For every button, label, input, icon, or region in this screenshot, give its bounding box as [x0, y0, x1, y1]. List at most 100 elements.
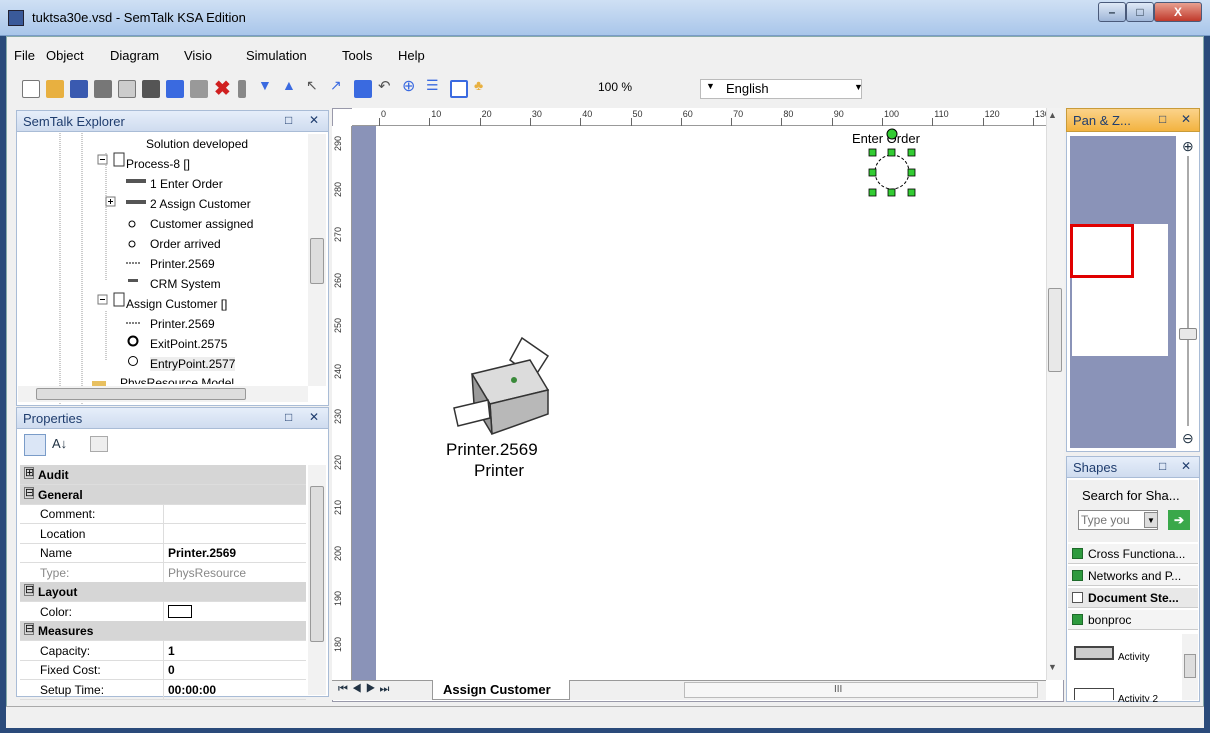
sort-az-icon[interactable]: A↓	[52, 436, 67, 451]
zoom-slider-thumb[interactable]	[1179, 328, 1197, 340]
maximize-button[interactable]: □	[1126, 2, 1154, 22]
menu-simulation[interactable]: Simulation	[246, 48, 307, 63]
zoom-slider-track[interactable]	[1187, 156, 1189, 426]
shapes-scroll-thumb[interactable]	[1184, 654, 1196, 678]
menu-object[interactable]: Object	[46, 48, 84, 63]
attach-icon[interactable]	[238, 80, 246, 98]
tree-item[interactable]: 1 Enter Order	[150, 177, 223, 191]
tree-item[interactable]: Printer.2569	[150, 317, 215, 331]
properties-icon[interactable]	[190, 80, 208, 98]
canvas-vscroll-thumb[interactable]	[1048, 288, 1062, 372]
search-go-icon[interactable]: ➔	[1168, 510, 1190, 530]
float-icon[interactable]: □	[1159, 112, 1166, 126]
property-value[interactable]: 0	[168, 663, 175, 677]
tree-item[interactable]: PhysResource Model	[120, 376, 234, 384]
property-value[interactable]: 1	[168, 644, 175, 658]
filter-icon[interactable]	[166, 80, 184, 98]
page-icon[interactable]	[450, 80, 468, 98]
close-icon[interactable]: ✕	[309, 410, 319, 424]
new-icon[interactable]	[22, 80, 40, 98]
minimize-button[interactable]: –	[1098, 2, 1126, 22]
tree-item[interactable]: ExitPoint.2575	[150, 337, 227, 351]
tab-assign-customer[interactable]: Assign Customer	[432, 680, 570, 700]
float-icon[interactable]: □	[285, 113, 292, 127]
property-row[interactable]: Color:	[20, 601, 306, 622]
menu-help[interactable]: Help	[398, 48, 425, 63]
menu-tools[interactable]: Tools	[342, 48, 372, 63]
stencil-bonproc[interactable]: bonproc	[1068, 610, 1198, 630]
expand-toggle-icon[interactable]: ⊟	[24, 623, 34, 635]
explorer-hscroll-thumb[interactable]	[36, 388, 246, 400]
properties-scroll-thumb[interactable]	[310, 486, 324, 642]
down-icon[interactable]: ▼	[258, 77, 272, 93]
property-row[interactable]: Fixed Cost: 0	[20, 660, 306, 680]
property-value[interactable]: PhysResource	[168, 566, 246, 580]
stencil-networks[interactable]: Networks and P...	[1068, 566, 1198, 586]
close-icon[interactable]: ✕	[1181, 459, 1191, 473]
float-icon[interactable]: □	[285, 410, 292, 424]
canvas-hscrollbar[interactable]	[684, 682, 1038, 698]
undo-icon[interactable]: ↶	[378, 77, 391, 95]
selected-shape[interactable]	[862, 126, 922, 198]
explorer-scroll-thumb[interactable]	[310, 238, 324, 284]
expand-toggle-icon[interactable]: ⊟	[24, 584, 34, 596]
tree-item[interactable]: Assign Customer []	[126, 297, 227, 311]
float-icon[interactable]: □	[1159, 459, 1166, 473]
stencil-cross-functional[interactable]: Cross Functiona...	[1068, 544, 1198, 564]
close-icon[interactable]: ✕	[1181, 112, 1191, 126]
zoom-in-icon[interactable]: ⊕	[1182, 138, 1194, 155]
close-icon[interactable]: ✕	[309, 113, 319, 127]
property-value[interactable]: 00:00:00	[168, 683, 216, 697]
tree-item[interactable]: Order arrived	[150, 237, 221, 251]
find-icon[interactable]	[142, 80, 160, 98]
zoom-out-icon[interactable]: ⊖	[1182, 430, 1194, 447]
property-category[interactable]: ⊟ Layout	[20, 582, 306, 602]
menu-diagram[interactable]: Diagram	[110, 48, 159, 63]
language-select[interactable]	[700, 79, 862, 99]
property-category[interactable]: ⊟ Measures	[20, 621, 306, 641]
expand-toggle-icon[interactable]: ⊟	[24, 486, 34, 499]
tree-item[interactable]: 2 Assign Customer	[150, 197, 251, 211]
stencil-document[interactable]: Document Ste...	[1068, 588, 1198, 608]
zoom-level[interactable]: 100 %	[598, 80, 632, 94]
property-category[interactable]: ⊟ General	[20, 484, 306, 505]
tree-item[interactable]: Solution developed	[146, 137, 248, 151]
tree-item[interactable]: Printer.2569	[150, 257, 215, 271]
chevron-down-icon[interactable]: ▼	[1144, 512, 1158, 528]
expand-toggle-icon[interactable]: ⊞	[24, 467, 34, 479]
text-icon[interactable]	[354, 80, 372, 98]
activity2-master-icon[interactable]	[1074, 688, 1114, 700]
layout-icon[interactable]: ☰	[426, 77, 439, 94]
up-icon[interactable]: ▲	[282, 77, 296, 93]
open-icon[interactable]	[46, 80, 64, 98]
property-row[interactable]: Name Printer.2569	[20, 543, 306, 563]
chevron-up-icon[interactable]: ▲	[1048, 110, 1057, 120]
menu-file[interactable]: File	[14, 48, 35, 63]
app-icon[interactable]	[8, 10, 24, 26]
chevron-down-icon[interactable]: ▼	[854, 82, 863, 92]
categorized-icon[interactable]	[24, 434, 46, 456]
menu-visio[interactable]: Visio	[184, 48, 212, 63]
tree-item[interactable]: EntryPoint.2577	[150, 357, 236, 371]
property-row[interactable]: Setup Time: 00:00:00	[20, 679, 306, 700]
users-icon[interactable]: ♣	[474, 77, 483, 93]
pointer-icon[interactable]: ↖	[306, 77, 318, 94]
property-pages-icon[interactable]	[90, 436, 108, 452]
property-category[interactable]: ⊞ Audit	[20, 465, 306, 485]
canvas-vscrollbar[interactable]	[1046, 108, 1064, 680]
zoom-icon[interactable]: ⊕	[402, 76, 415, 96]
tree-item[interactable]: Customer assigned	[150, 217, 253, 231]
property-row[interactable]: Type: PhysResource	[20, 562, 306, 583]
tab-nav-icons[interactable]: ⏮◀▶⏭	[338, 683, 393, 696]
tree-item[interactable]: Process-8 []	[126, 157, 190, 171]
connector-icon[interactable]: ↗	[330, 77, 342, 94]
property-value[interactable]: Printer.2569	[168, 546, 236, 560]
color-swatch[interactable]	[168, 604, 192, 618]
property-row[interactable]: Comment:	[20, 504, 306, 524]
property-row[interactable]: Capacity: 1	[20, 640, 306, 661]
close-button[interactable]: X	[1154, 2, 1202, 22]
chevron-down-icon[interactable]: ▼	[1048, 662, 1057, 672]
save-icon[interactable]	[70, 80, 88, 98]
activity-master-icon[interactable]	[1074, 646, 1114, 660]
delete-icon[interactable]: ✖	[214, 76, 231, 101]
